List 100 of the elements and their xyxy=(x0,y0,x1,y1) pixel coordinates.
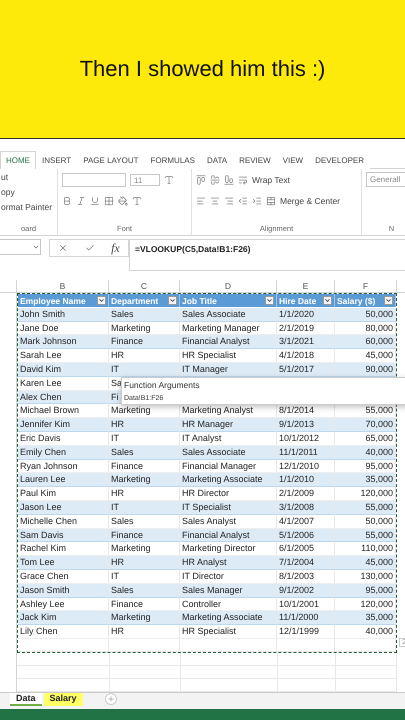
caret-icon xyxy=(266,297,273,304)
bold-icon[interactable] xyxy=(62,196,72,206)
table-cell: 2/1/2009 xyxy=(277,487,335,501)
table-cell: IT Manager xyxy=(180,362,277,377)
filter-button[interactable] xyxy=(265,296,274,305)
table-cell: 9/1/2002 xyxy=(277,584,335,598)
wrap-text-icon[interactable] xyxy=(238,175,248,185)
clipboard-command[interactable]: ormat Painter xyxy=(1,202,56,212)
table-cell: 12/1/1999 xyxy=(277,625,335,639)
table-cell: 45,000 xyxy=(335,349,396,363)
table-cell: Alex Chen xyxy=(18,390,109,404)
table-cell: IT xyxy=(109,570,180,584)
table-cell: 5/1/2017 xyxy=(277,362,335,377)
table-cell: 4/1/2007 xyxy=(277,514,335,529)
table-cell: Jack Kim xyxy=(18,611,109,626)
table-cell: Sales Associate xyxy=(180,308,277,322)
filter-button[interactable] xyxy=(168,296,177,305)
font-grow-icon[interactable] xyxy=(164,175,174,185)
empty-cell[interactable] xyxy=(180,638,277,652)
table-cell: 3/1/2008 xyxy=(277,500,335,515)
table-cell: 5/1/2006 xyxy=(277,528,335,542)
filter-button[interactable] xyxy=(323,296,332,305)
table-cell: Marketing xyxy=(109,542,180,556)
table-cell: 55,000 xyxy=(335,500,396,515)
top-align-icon[interactable] xyxy=(196,175,206,185)
fill-color-icon[interactable] xyxy=(118,196,128,206)
table-cell: Michael Brown xyxy=(18,404,109,418)
add-sheet-button[interactable] xyxy=(104,692,117,705)
align-left-icon[interactable] xyxy=(196,196,206,206)
enter-icon[interactable] xyxy=(84,243,95,253)
table-cell: HR Specialist xyxy=(180,349,277,363)
font-color-icon[interactable] xyxy=(132,196,142,206)
empty-cell[interactable] xyxy=(277,638,335,652)
empty-cell[interactable] xyxy=(181,652,278,666)
borders-icon[interactable] xyxy=(104,196,114,206)
empty-cell[interactable] xyxy=(336,652,397,666)
decrease-indent-icon[interactable] xyxy=(238,196,248,206)
empty-cell[interactable] xyxy=(18,638,109,652)
table-cell: HR xyxy=(109,625,180,639)
font-name-field[interactable] xyxy=(62,173,126,187)
bottom-align-icon[interactable] xyxy=(224,175,234,185)
empty-cell[interactable] xyxy=(17,652,110,666)
increase-indent-icon[interactable] xyxy=(252,196,262,206)
table-cell: 11/1/2000 xyxy=(277,611,335,626)
table-cell: 1/1/2020 xyxy=(277,308,335,322)
plus-icon xyxy=(106,694,115,703)
align-center-icon[interactable] xyxy=(210,196,220,206)
middle-align-icon[interactable] xyxy=(210,175,220,185)
filter-button[interactable] xyxy=(384,296,393,305)
empty-cell[interactable] xyxy=(335,638,396,652)
table-cell: Lily Chen xyxy=(18,625,109,639)
table-cell: 6/1/2005 xyxy=(277,542,335,556)
column-header[interactable]: E xyxy=(277,280,335,292)
table-cell: 95,000 xyxy=(335,460,396,474)
clipboard-command[interactable]: ut xyxy=(1,172,56,182)
column-header[interactable]: C xyxy=(109,280,180,292)
table-cell: HR xyxy=(109,418,180,432)
italic-icon[interactable] xyxy=(76,196,86,206)
insert-function-button[interactable]: fx xyxy=(111,240,120,256)
caret-icon xyxy=(324,297,331,304)
align-right-icon[interactable] xyxy=(224,196,234,206)
underline-icon[interactable] xyxy=(90,196,100,206)
table-cell: Ashley Lee xyxy=(18,598,109,612)
merge-icon[interactable] xyxy=(266,196,276,206)
table-cell: Sales Manager xyxy=(180,584,277,598)
sheet-tab[interactable]: Salary xyxy=(44,692,83,706)
number-format-field[interactable]: Generall xyxy=(366,172,405,187)
cancel-icon[interactable] xyxy=(58,243,68,253)
table-cell: 120,000 xyxy=(335,598,396,612)
formula-field[interactable]: =VLOOKUP(C5,Data!B1:F26) xyxy=(129,239,405,271)
table-cell: HR Specialist xyxy=(180,625,277,639)
table-cell: Sales xyxy=(109,584,180,598)
table-cell: HR xyxy=(109,556,180,570)
sheet-tab[interactable]: Data xyxy=(10,692,42,706)
font-size-field[interactable]: 11 xyxy=(130,174,160,186)
table-cell: Grace Chen xyxy=(18,570,109,584)
caret-icon xyxy=(385,297,392,304)
table-cell: 50,000 xyxy=(335,308,396,322)
wrap-text-button[interactable]: Wrap Text xyxy=(252,175,290,185)
empty-cell[interactable] xyxy=(109,638,180,652)
empty-cell[interactable] xyxy=(17,666,110,679)
clipboard-command[interactable]: opy xyxy=(1,187,56,197)
filter-button[interactable] xyxy=(97,296,106,305)
column-header[interactable]: B xyxy=(17,280,109,292)
table-cell: Tom Lee xyxy=(18,556,109,570)
caret-icon xyxy=(169,297,176,304)
empty-cell[interactable] xyxy=(278,652,336,666)
column-header[interactable]: D xyxy=(180,280,277,292)
ribbon-tab[interactable]: HOME xyxy=(0,151,36,169)
merge-center-button[interactable]: Merge & Center xyxy=(280,196,340,206)
table-cell: HR Manager xyxy=(180,418,277,432)
table-cell: Mark Johnson xyxy=(18,335,109,350)
table-cell: Marketing xyxy=(109,611,180,626)
table-cell: Sales xyxy=(109,308,180,322)
table-cell: Jane Doe xyxy=(18,322,109,336)
table-cell: Sam Davis xyxy=(18,528,109,542)
table-cell: 130,000 xyxy=(335,570,396,584)
table-cell: Financial Analyst xyxy=(180,528,277,542)
column-header[interactable]: F xyxy=(335,280,397,292)
empty-cell[interactable] xyxy=(110,652,181,666)
